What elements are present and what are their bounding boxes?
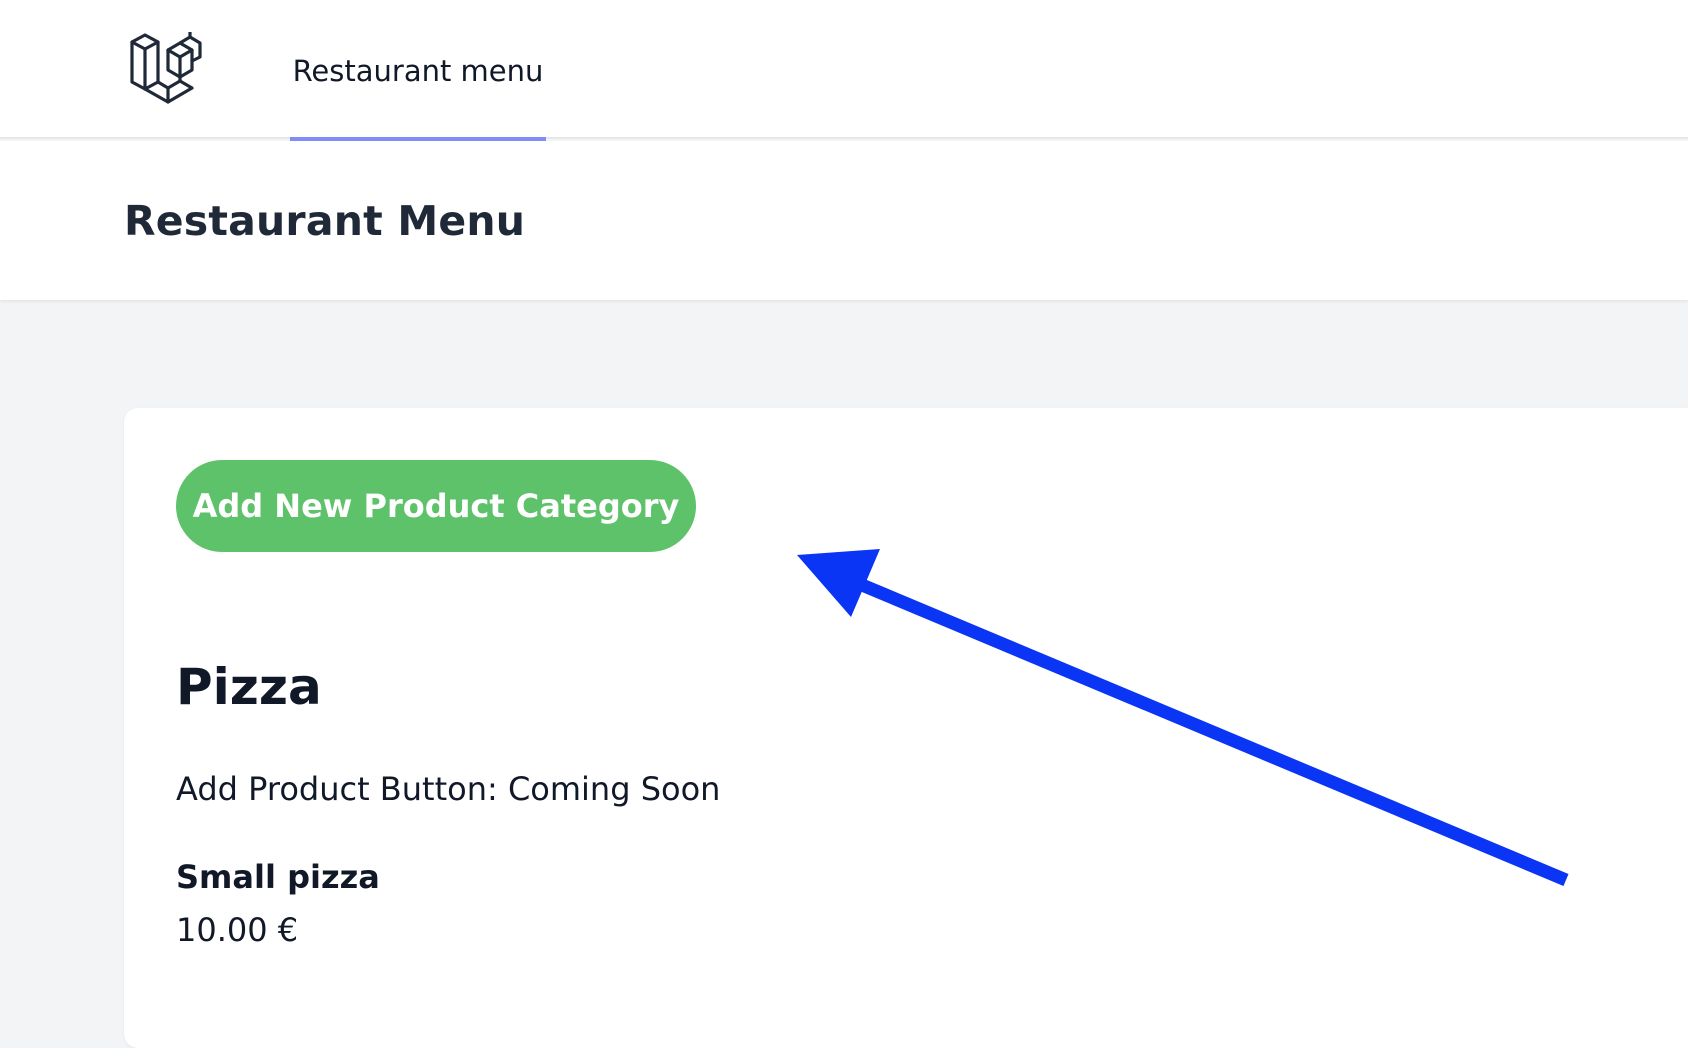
page-header: Restaurant Menu bbox=[0, 141, 1688, 300]
product-name: Small pizza bbox=[176, 858, 380, 896]
top-navigation: Restaurant menu bbox=[0, 0, 1688, 141]
laravel-logo-icon[interactable] bbox=[128, 30, 204, 104]
page-title: Restaurant Menu bbox=[124, 197, 526, 245]
add-product-category-button[interactable]: Add New Product Category bbox=[176, 460, 696, 552]
add-product-placeholder-text: Add Product Button: Coming Soon bbox=[176, 770, 721, 808]
content-card: Add New Product Category Pizza Add Produ… bbox=[124, 408, 1688, 1048]
nav-link-restaurant-menu[interactable]: Restaurant menu bbox=[290, 0, 546, 141]
product-price: 10.00 € bbox=[176, 911, 299, 949]
category-title: Pizza bbox=[176, 658, 322, 716]
